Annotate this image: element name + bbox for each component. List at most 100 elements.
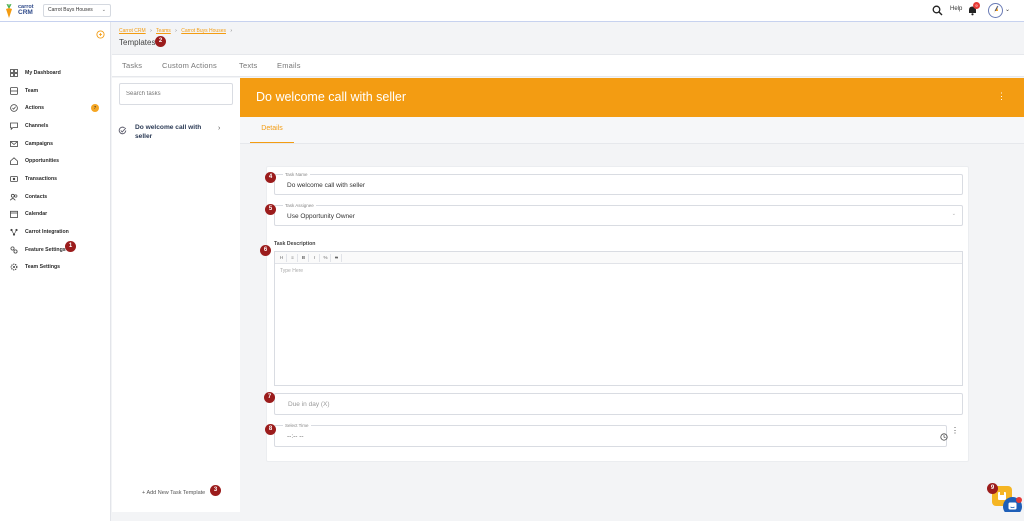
sidebar-item-label: Campaigns: [25, 140, 53, 147]
chevron-down-icon: ⌄: [101, 7, 106, 13]
task-description-editor[interactable]: H ≡ B I % S Type Here: [274, 251, 963, 386]
step-marker-4: 4: [265, 172, 276, 183]
company-select[interactable]: Carrot Buys Houses ⌄: [43, 4, 111, 17]
sidebar-item-campaigns[interactable]: Campaigns: [0, 135, 111, 153]
actions-count-badge: 7: [91, 104, 99, 113]
task-detail-tabs: Details: [240, 117, 1024, 144]
task-list-item[interactable]: Do welcome call with seller ›: [118, 122, 234, 144]
task-assignee-select[interactable]: Task Assignee Use Opportunity Owner ⌄: [274, 203, 963, 226]
task-name-value: Do welcome call with seller: [287, 182, 366, 189]
sidebar-item-opportunities[interactable]: Opportunities: [0, 152, 111, 170]
search-tasks-input[interactable]: [119, 83, 233, 105]
dashboard-icon: [10, 68, 18, 77]
sidebar-nav: My Dashboard Team Actions 7 Channels Cam…: [0, 64, 111, 276]
avatar-chevron-down-icon[interactable]: ⌄: [1005, 6, 1010, 13]
notification-count-badge: 9: [973, 2, 980, 9]
task-assignee-label: Task Assignee: [283, 203, 316, 208]
step-marker-6: 6: [260, 245, 271, 256]
sidebar-item-label: Team Settings: [25, 264, 61, 271]
search-icon[interactable]: [932, 5, 943, 16]
heading-button[interactable]: H: [277, 254, 287, 262]
sidebar-item-team[interactable]: Team: [0, 82, 111, 100]
integration-icon: [10, 228, 18, 236]
chevron-right-icon: ›: [218, 125, 221, 132]
sidebar-item-label: Contacts: [25, 193, 48, 200]
sidebar-item-label: Actions: [25, 105, 45, 112]
step-marker-5: 5: [265, 204, 276, 215]
notifications-button[interactable]: 9: [967, 2, 980, 16]
select-time-value: --:-- --: [287, 433, 304, 440]
chevron-down-icon: ⌄: [951, 211, 956, 217]
step-marker-8: 8: [265, 424, 276, 435]
tab-tasks[interactable]: Tasks: [122, 61, 142, 70]
sidebar-item-channels[interactable]: Channels: [0, 117, 111, 135]
brand-line2: CRM: [18, 9, 33, 16]
chat-unread-badge: [1016, 497, 1022, 503]
task-name-label: Task Name: [283, 172, 310, 177]
sidebar-item-transactions[interactable]: Transactions: [0, 170, 111, 188]
tab-custom-actions[interactable]: Custom Actions: [162, 61, 217, 70]
opportunities-icon: [10, 157, 18, 166]
breadcrumb-link-team[interactable]: Carrot Buys Houses: [181, 28, 226, 34]
task-assignee-value: Use Opportunity Owner: [287, 213, 355, 220]
step-marker-2: 2: [155, 36, 166, 47]
sidebar-item-carrot-integration[interactable]: Carrot Integration: [0, 223, 111, 241]
sidebar-item-label: Opportunities: [25, 158, 60, 165]
top-bar: carrot CRM Carrot Buys Houses ⌄ Help 9 ⌄: [0, 0, 1024, 22]
sidebar-item-contacts[interactable]: Contacts: [0, 188, 111, 206]
sidebar-item-actions[interactable]: Actions 7: [0, 99, 111, 117]
page-footer-strip: [112, 512, 1024, 521]
sidebar-item-label: Team: [25, 87, 39, 94]
sidebar-item-feature-settings[interactable]: Feature Settings: [0, 241, 111, 259]
select-time-input[interactable]: Select Time --:-- --: [274, 423, 948, 447]
link-button[interactable]: %: [321, 254, 331, 262]
breadcrumb-separator-icon: ›: [150, 28, 152, 34]
task-list-panel: Do welcome call with seller › + Add New …: [112, 78, 240, 512]
sidebar: My Dashboard Team Actions 7 Channels Cam…: [0, 22, 111, 521]
feature-settings-icon: [10, 246, 18, 254]
tab-emails[interactable]: Emails: [277, 61, 301, 70]
sidebar-toggle-icon[interactable]: [96, 30, 105, 39]
due-in-days-placeholder: Due in day (X): [288, 401, 330, 408]
tab-texts[interactable]: Texts: [239, 61, 258, 70]
sidebar-item-label: Channels: [25, 122, 49, 129]
due-in-days-input[interactable]: Due in day (X): [274, 393, 963, 415]
clock-icon[interactable]: [940, 433, 948, 441]
italic-button[interactable]: I: [310, 254, 320, 262]
template-tabs: Tasks Custom Actions Texts Emails: [112, 54, 1024, 77]
sidebar-item-label: Calendar: [25, 211, 48, 218]
contacts-icon: [10, 193, 18, 201]
step-marker-9: 9: [987, 483, 998, 494]
task-description-label: Task Description: [274, 241, 316, 247]
page-title: Templates: [119, 38, 156, 47]
step-marker-1: 1: [65, 241, 76, 252]
sidebar-item-my-dashboard[interactable]: My Dashboard: [0, 64, 111, 82]
avatar[interactable]: [988, 3, 1003, 18]
task-name-field[interactable]: Task Name Do welcome call with seller: [274, 172, 963, 195]
carrot-icon: [6, 4, 12, 18]
time-more-options-icon[interactable]: ⋮: [951, 426, 959, 435]
bold-button[interactable]: B: [299, 254, 309, 262]
breadcrumb-separator-icon: ›: [230, 28, 233, 34]
sidebar-item-label: Transactions: [25, 175, 58, 182]
calendar-icon: [10, 211, 18, 219]
breadcrumb-link-carrot-crm[interactable]: Carrot CRM: [119, 28, 146, 34]
carrot-crm-logo[interactable]: carrot CRM: [3, 2, 43, 20]
tab-details[interactable]: Details: [250, 125, 294, 143]
strikethrough-button[interactable]: S: [332, 254, 342, 262]
add-task-template-button[interactable]: + Add New Task Template: [142, 490, 205, 496]
breadcrumb-link-teams[interactable]: Teams: [156, 28, 171, 34]
breadcrumb-separator-icon: ›: [175, 28, 177, 34]
more-options-icon[interactable]: ⋮: [997, 90, 1006, 102]
add-task-template-label: Add New Task Template: [146, 490, 206, 496]
list-button[interactable]: ≡: [288, 254, 298, 262]
user-avatar-icon: [993, 5, 999, 15]
campaigns-icon: [10, 140, 18, 147]
actions-icon: [10, 104, 18, 113]
help-link[interactable]: Help: [950, 6, 962, 12]
task-template-form: Task Name Do welcome call with seller Ta…: [266, 166, 969, 462]
sidebar-item-calendar[interactable]: Calendar: [0, 206, 111, 224]
sidebar-item-team-settings[interactable]: Team Settings: [0, 259, 111, 277]
task-detail-title: Do welcome call with seller: [256, 90, 407, 104]
step-marker-7: 7: [264, 392, 275, 403]
